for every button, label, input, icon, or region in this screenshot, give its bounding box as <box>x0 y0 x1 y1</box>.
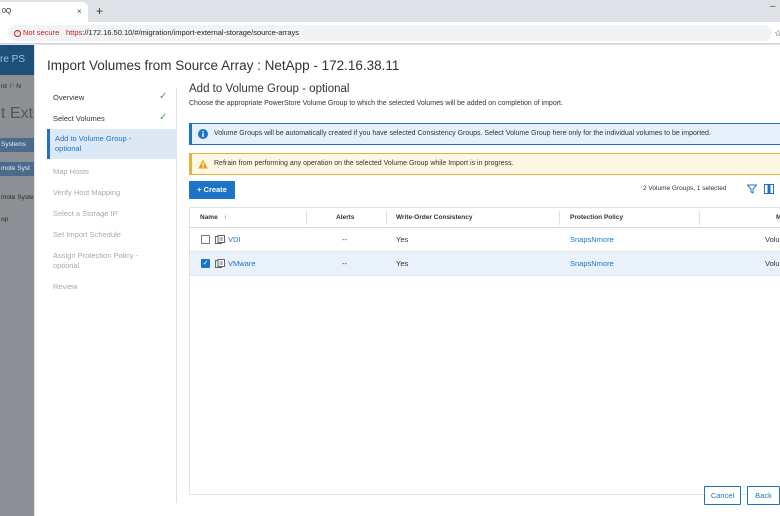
volume-groups-table: Name ↑ Alerts Write-Order Consistency Pr… <box>189 207 780 495</box>
extra-cell: Volu <box>765 259 780 268</box>
step-label: Assign Protection Policy - optional <box>53 251 139 270</box>
protection-policy-link[interactable]: SnapsNmore <box>570 228 614 252</box>
bg-row: op <box>1 216 9 223</box>
browser-tab-bar: 0Q × + – <box>0 0 780 22</box>
browser-tab[interactable]: 0Q × <box>0 2 88 22</box>
not-secure-icon: ! <box>14 29 21 37</box>
table-row[interactable]: VDI -- Yes SnapsNmore Volu <box>190 228 780 252</box>
star-icon[interactable]: ☆ <box>774 25 780 41</box>
alerts-cell: -- <box>342 259 347 268</box>
url-path: ://172.16.50.10/#/migration/import-exter… <box>82 28 300 37</box>
column-divider[interactable] <box>386 211 387 225</box>
selection-count: 2 Volume Groups, 1 selected <box>643 185 727 192</box>
tab-title: 0Q <box>2 8 12 15</box>
cancel-button[interactable]: Cancel <box>704 486 741 505</box>
column-divider[interactable] <box>306 211 307 225</box>
check-icon: ✓ <box>159 91 168 102</box>
alerts-cell: -- <box>342 235 347 244</box>
step-verify-host-mapping: Verify Host Mapping <box>47 188 177 198</box>
security-indicator[interactable]: ! Not secure <box>14 25 59 41</box>
write-order-cell: Yes <box>396 235 409 244</box>
row-checkbox[interactable]: ✓ <box>201 259 210 268</box>
volume-group-icon <box>215 235 225 244</box>
step-label: Overview <box>53 93 85 102</box>
info-banner-text: Volume Groups will be automatically crea… <box>214 130 711 137</box>
row-checkbox[interactable] <box>201 235 210 244</box>
column-header-name[interactable]: Name ↑ <box>200 208 227 228</box>
extra-cell: Volu <box>765 235 780 244</box>
step-label: Map Hosts <box>53 167 89 176</box>
security-label: Not secure <box>23 28 60 37</box>
column-header-write-order[interactable]: Write-Order Consistency <box>396 208 472 228</box>
column-header-more[interactable]: M <box>776 208 780 228</box>
column-header-alerts[interactable]: Alerts <box>336 208 354 228</box>
step-label: Set Import Schedule <box>53 230 121 239</box>
step-label: Verify Host Mapping <box>53 188 121 197</box>
bg-row: rd ⚐ N <box>1 83 21 90</box>
sort-up-icon: ↑ <box>223 214 227 221</box>
volume-group-icon <box>215 259 225 268</box>
table-row[interactable]: ✓ VMware -- Yes SnapsNmore Volu <box>190 252 780 276</box>
step-map-hosts: Map Hosts <box>47 167 177 177</box>
columns-icon[interactable] <box>764 184 774 194</box>
step-label: Add to Volume Group - optional <box>55 134 132 153</box>
step-select-storage-ip: Select a Storage IP <box>47 209 177 219</box>
address-bar: ! Not secure https://172.16.50.10/#/migra… <box>0 22 780 44</box>
column-divider[interactable] <box>559 211 560 225</box>
column-divider[interactable] <box>699 211 700 225</box>
bg-row: Systems <box>0 138 34 152</box>
url-field[interactable]: ! Not secure https://172.16.50.10/#/migra… <box>8 25 780 41</box>
write-order-cell: Yes <box>396 259 409 268</box>
table-header: Name ↑ Alerts Write-Order Consistency Pr… <box>190 208 780 228</box>
step-label: Select a Storage IP <box>53 209 118 218</box>
check-icon: ✓ <box>159 112 168 123</box>
url-text: https://172.16.50.10/#/migration/import-… <box>66 25 299 41</box>
bg-row: t Exte <box>1 105 34 122</box>
step-set-import-schedule: Set Import Schedule <box>47 230 177 240</box>
info-banner: Volume Groups will be automatically crea… <box>189 123 780 145</box>
step-review: Review <box>47 282 177 292</box>
volume-group-name-link[interactable]: VDI <box>228 228 241 252</box>
back-button[interactable]: Back <box>747 486 780 505</box>
step-label: Select Volumes <box>53 114 105 123</box>
minimize-button[interactable]: – <box>770 1 776 12</box>
import-volumes-dialog: Import Volumes from Source Array : NetAp… <box>35 45 780 516</box>
column-label: Name <box>200 214 218 221</box>
dialog-title: Import Volumes from Source Array : NetAp… <box>47 58 400 73</box>
bg-row: mote Syste... <box>1 194 34 201</box>
bg-app-header: re PS <box>0 45 34 75</box>
warning-banner-text: Refrain from performing any operation on… <box>214 160 514 167</box>
wizard-steps: Overview ✓ Select Volumes ✓ Add to Volum… <box>47 88 177 503</box>
create-button[interactable]: + Create <box>189 181 235 199</box>
section-title: Add to Volume Group - optional <box>189 83 350 95</box>
step-assign-protection-policy: Assign Protection Policy - optional <box>47 251 177 271</box>
warning-icon <box>198 159 208 169</box>
step-label: Review <box>53 282 78 291</box>
volume-group-name-link[interactable]: VMware <box>228 252 256 276</box>
step-overview[interactable]: Overview <box>47 93 177 103</box>
bg-row: mote Syst <box>0 162 34 176</box>
step-add-to-volume-group[interactable]: Add to Volume Group - optional <box>47 129 177 159</box>
protection-policy-link[interactable]: SnapsNmore <box>570 252 614 276</box>
background-app: re PS rd ⚐ N t Exte Systems mote Syst mo… <box>0 45 34 516</box>
warning-banner: Refrain from performing any operation on… <box>189 153 780 175</box>
column-header-protection-policy[interactable]: Protection Policy <box>570 208 623 228</box>
info-icon <box>198 129 208 139</box>
section-subtitle: Choose the appropriate PowerStore Volume… <box>189 100 563 107</box>
close-icon[interactable]: × <box>77 2 82 22</box>
step-select-volumes[interactable]: Select Volumes <box>47 114 177 124</box>
url-scheme: https <box>66 28 83 37</box>
new-tab-button[interactable]: + <box>96 2 103 20</box>
filter-icon[interactable] <box>747 184 757 194</box>
